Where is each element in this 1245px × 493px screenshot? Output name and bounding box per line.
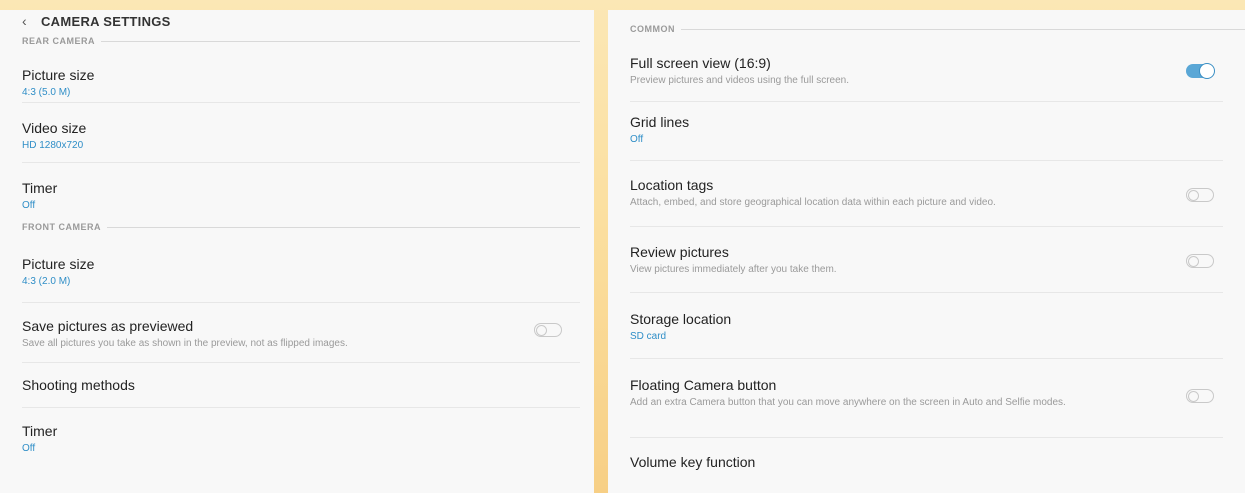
section-divider [107,226,580,228]
chevron-left-icon[interactable]: ‹ [22,13,27,29]
shooting-methods-item[interactable]: Shooting methods [22,363,580,407]
item-title: Review pictures [630,244,729,260]
toggle-knob [1188,190,1199,201]
floating-camera-button-item[interactable]: Floating Camera button Add an extra Came… [630,359,1245,437]
item-title: Video size [22,120,87,136]
section-label: FRONT CAMERA [22,222,101,232]
item-value: SD card [630,331,667,342]
item-value: Off [22,200,36,211]
section-divider [681,28,1245,30]
front-picture-size-item[interactable]: Picture size 4:3 (2.0 M) [22,235,580,302]
item-value: 4:3 (2.0 M) [22,276,71,287]
item-title: Storage location [630,311,732,327]
item-title: Timer [22,423,58,439]
storage-location-item[interactable]: Storage location SD card [630,293,1245,358]
section-header-front-camera: FRONT CAMERA [22,219,580,235]
common-settings-panel: COMMON Full screen view (16:9) Preview p… [608,10,1245,493]
full-screen-view-item[interactable]: Full screen view (16:9) Preview pictures… [630,40,1245,101]
toggle-knob [536,325,547,336]
grid-lines-item[interactable]: Grid lines Off [630,102,1245,160]
page-title: CAMERA SETTINGS [40,13,171,29]
location-tags-toggle[interactable] [1186,188,1214,202]
review-pictures-item[interactable]: Review pictures View pictures immediatel… [630,227,1245,292]
item-title: Floating Camera button [630,377,777,393]
item-title: Picture size [22,67,95,83]
floating-button-toggle[interactable] [1186,389,1214,403]
item-description: Add an extra Camera button that you can … [630,397,1066,408]
rear-picture-size-item[interactable]: Picture size 4:3 (5.0 M) [22,50,580,102]
item-description: Attach, embed, and store geographical lo… [630,197,996,208]
item-value: Off [22,443,36,454]
item-description: Save all pictures you take as shown in t… [22,338,348,349]
item-description: Preview pictures and videos using the fu… [630,75,850,86]
header-bar: ‹ CAMERA SETTINGS [0,10,594,32]
item-title: Shooting methods [22,377,135,393]
item-title: Location tags [630,177,714,193]
location-tags-item[interactable]: Location tags Attach, embed, and store g… [630,161,1245,226]
item-value: Off [630,134,644,145]
item-title: Picture size [22,256,95,272]
item-title: Grid lines [630,114,690,130]
section-divider [101,40,580,42]
item-title: Full screen view (16:9) [630,55,771,71]
full-screen-toggle[interactable] [1186,63,1215,79]
item-title: Save pictures as previewed [22,318,194,334]
item-title: Volume key function [630,454,756,470]
rear-front-camera-panel: ‹ CAMERA SETTINGS REAR CAMERA Picture si… [0,10,594,493]
toggle-knob [1199,63,1215,79]
save-pictures-toggle[interactable] [534,323,562,337]
item-value: HD 1280x720 [22,140,84,151]
rear-timer-item[interactable]: Timer Off [22,163,580,219]
section-label: REAR CAMERA [22,36,95,46]
section-header-rear-camera: REAR CAMERA [22,32,580,50]
rear-video-size-item[interactable]: Video size HD 1280x720 [22,103,580,162]
toggle-knob [1188,256,1199,267]
section-header-common: COMMON [630,10,1245,40]
item-description: View pictures immediately after you take… [630,264,837,275]
front-timer-item[interactable]: Timer Off [22,408,580,463]
review-pictures-toggle[interactable] [1186,254,1214,268]
toggle-knob [1188,391,1199,402]
item-value: 4:3 (5.0 M) [22,87,71,98]
section-label: COMMON [630,24,675,34]
volume-key-function-item[interactable]: Volume key function [630,438,1245,478]
item-title: Timer [22,180,58,196]
save-pictures-as-previewed-item[interactable]: Save pictures as previewed Save all pict… [22,303,580,362]
